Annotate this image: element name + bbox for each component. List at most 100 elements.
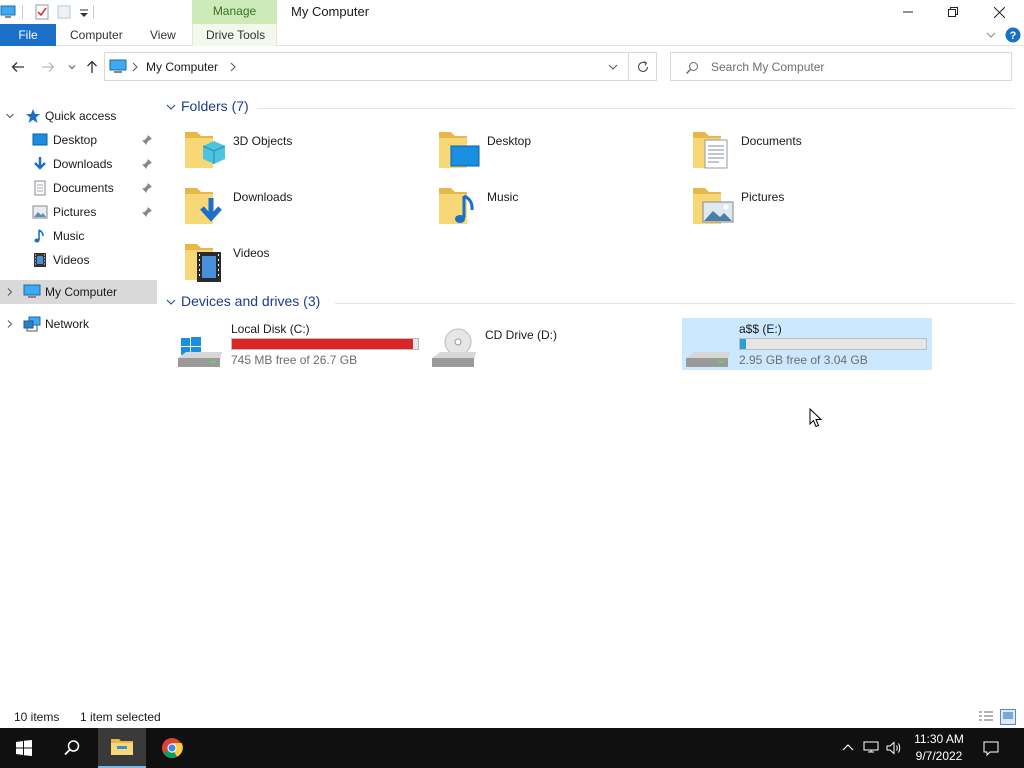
minimize-button[interactable] [885, 0, 931, 24]
drive-e[interactable]: a$$ (E:) 2.95 GB free of 3.04 GB [682, 318, 932, 370]
sidebar-item-label: Documents [53, 181, 114, 195]
close-button[interactable] [976, 0, 1022, 24]
chrome-icon [161, 737, 183, 759]
documents-icon [32, 180, 48, 196]
sidebar-item-music[interactable]: Music [0, 224, 157, 248]
chevron-right-icon[interactable] [131, 62, 139, 72]
tab-computer[interactable]: Computer [70, 24, 123, 46]
pin-icon [141, 182, 153, 194]
customize-toolbar-icon[interactable] [76, 4, 92, 20]
search-placeholder: Search My Computer [711, 60, 825, 74]
window-title: My Computer [291, 4, 370, 19]
sidebar-item-network[interactable]: Network [0, 312, 157, 336]
chevron-right-icon[interactable] [5, 287, 15, 297]
tab-drive-tools[interactable]: Drive Tools [206, 24, 265, 46]
drive-usage-bar [739, 338, 927, 350]
tab-file[interactable]: File [0, 24, 56, 46]
folder-music[interactable]: Music [437, 184, 677, 236]
clock-date[interactable]: 9/7/2022 [908, 749, 970, 763]
sidebar-item-label: Network [45, 317, 90, 331]
sidebar-item-desktop[interactable]: Desktop [0, 128, 157, 152]
sidebar-item-label: Quick access [45, 109, 117, 123]
help-icon[interactable]: ? [1005, 27, 1021, 43]
chevron-right-icon[interactable] [229, 62, 237, 72]
pictures-folder-icon [691, 184, 735, 228]
notification-icon[interactable] [983, 740, 999, 756]
music-icon [32, 228, 48, 244]
restore-icon [948, 7, 958, 17]
sidebar-item-videos[interactable]: Videos [0, 248, 157, 272]
folders-group-title: Folders (7) [181, 98, 249, 114]
desktop-icon [32, 132, 48, 148]
folder-name: Music [487, 190, 519, 204]
drive-c[interactable]: Local Disk (C:) 745 MB free of 26.7 GB [174, 318, 424, 370]
sidebar-item-pictures[interactable]: Pictures [0, 200, 157, 224]
downloads-folder-icon [183, 184, 227, 228]
forward-arrow-icon [41, 60, 55, 74]
usb-drive-icon [682, 324, 730, 368]
sidebar-item-label: Music [53, 229, 85, 243]
sidebar-item-label: Downloads [53, 157, 113, 171]
chevron-right-icon[interactable] [5, 319, 15, 329]
sidebar-item-my-computer[interactable]: My Computer [0, 280, 157, 304]
forward-button[interactable] [38, 57, 58, 77]
windows-logo-icon [16, 740, 32, 756]
folder-pictures[interactable]: Pictures [691, 184, 931, 236]
chrome-taskbar-button[interactable] [148, 728, 196, 768]
details-view-icon[interactable] [978, 710, 994, 724]
chevron-down-icon[interactable] [5, 111, 15, 121]
volume-icon[interactable] [886, 740, 902, 756]
tab-view[interactable]: View [150, 24, 176, 46]
pin-icon [141, 158, 153, 170]
address-path[interactable]: My Computer [146, 60, 218, 74]
sidebar-item-documents[interactable]: Documents [0, 176, 157, 200]
up-button[interactable] [82, 57, 102, 77]
folder-downloads[interactable]: Downloads [183, 184, 423, 236]
restore-button[interactable] [930, 0, 976, 24]
file-explorer-taskbar-button[interactable] [98, 728, 146, 768]
refresh-icon [636, 60, 650, 74]
back-button[interactable] [8, 57, 28, 77]
chevron-down-icon[interactable] [165, 102, 177, 112]
search-icon [685, 61, 699, 75]
properties-icon[interactable] [34, 4, 50, 20]
folders-group-header[interactable]: Folders (7) [165, 98, 1015, 118]
folder-videos[interactable]: Videos [183, 240, 423, 292]
folder-3d-objects[interactable]: 3D Objects [183, 128, 423, 180]
folder-name: Downloads [233, 190, 293, 204]
ribbon: File Computer View Drive Tools ? [0, 24, 1024, 46]
drive-free-space: 745 MB free of 26.7 GB [231, 353, 358, 367]
sidebar-item-quick-access[interactable]: Quick access [0, 104, 157, 128]
drive-free-space: 2.95 GB free of 3.04 GB [739, 353, 868, 367]
expand-ribbon-icon[interactable] [985, 29, 997, 41]
folder-name: Desktop [487, 134, 532, 148]
taskbar: 11:30 AM 9/7/2022 [0, 728, 1024, 768]
sidebar-item-downloads[interactable]: Downloads [0, 152, 157, 176]
search-input[interactable]: Search My Computer [670, 52, 1012, 81]
address-history-dropdown[interactable] [607, 62, 619, 72]
folder-documents[interactable]: Documents [691, 128, 931, 180]
chevron-up-icon[interactable] [840, 740, 856, 756]
large-icons-view-icon[interactable] [1000, 709, 1016, 725]
refresh-button[interactable] [628, 52, 657, 81]
address-bar[interactable]: My Computer [104, 52, 629, 81]
network-icon [23, 316, 41, 332]
search-button[interactable] [48, 728, 96, 768]
computer-icon[interactable] [0, 4, 16, 20]
navigation-bar: My Computer Search My Computer [0, 47, 1024, 87]
folder-desktop[interactable]: Desktop [437, 128, 677, 180]
chevron-down-icon [67, 62, 77, 72]
clock-time[interactable]: 11:30 AM [908, 732, 970, 746]
recent-locations-button[interactable] [62, 57, 82, 77]
chevron-down-icon[interactable] [165, 297, 177, 307]
pin-icon [141, 206, 153, 218]
new-folder-icon[interactable] [56, 4, 72, 20]
documents-folder-icon [691, 128, 735, 172]
folder-name: 3D Objects [233, 134, 293, 148]
network-status-icon[interactable] [863, 740, 879, 756]
sidebar-item-label: Desktop [53, 133, 98, 147]
cd-drive-icon [428, 324, 476, 368]
devices-group-header[interactable]: Devices and drives (3) [165, 293, 1015, 313]
drive-d[interactable]: CD Drive (D:) [428, 318, 678, 370]
start-button[interactable] [0, 728, 48, 768]
